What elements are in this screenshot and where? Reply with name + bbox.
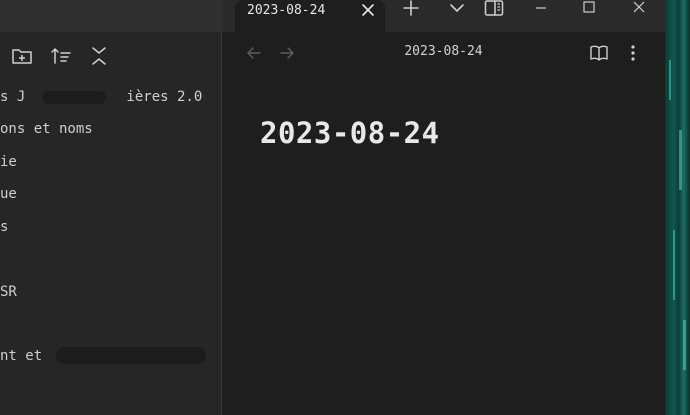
note-title[interactable]: 2023-08-24 [260,116,440,150]
redaction [56,347,206,364]
tab-title: 2023-08-24 [247,3,326,18]
maximize-icon[interactable] [579,0,599,18]
chevron-down-icon[interactable] [447,0,467,18]
close-icon[interactable] [360,2,376,18]
desktop-background [665,0,690,415]
redaction [42,91,106,104]
plus-icon[interactable] [401,0,421,18]
collapse-all-icon[interactable] [88,46,110,66]
folder-item[interactable]: ons et noms [0,120,93,138]
new-folder-icon[interactable] [11,46,33,66]
folder-item[interactable]: ue [0,185,17,203]
sidebar-right-icon[interactable] [484,0,504,18]
window-close-icon[interactable] [629,0,649,18]
sidebar-header-strip [0,0,222,32]
more-vertical-icon[interactable] [624,44,642,62]
tab-active[interactable]: 2023-08-24 [235,0,385,32]
minimize-icon[interactable] [531,0,551,18]
folder-item[interactable]: nt et [0,347,51,365]
folder-item[interactable]: ie [0,153,17,171]
folder-item[interactable]: s [0,218,8,236]
editor-pane: 2023-08-24 2023-08-24 [222,32,665,415]
file-explorer-sidebar: s J ières 2.0 ons et noms ie ue s SR nt … [0,32,222,415]
book-open-icon[interactable] [589,44,609,62]
sort-icon[interactable] [50,46,72,66]
app-window: 2023-08-24 s J ières 2.0 ons et noms ie … [0,0,690,415]
folder-item[interactable]: SR [0,283,17,301]
